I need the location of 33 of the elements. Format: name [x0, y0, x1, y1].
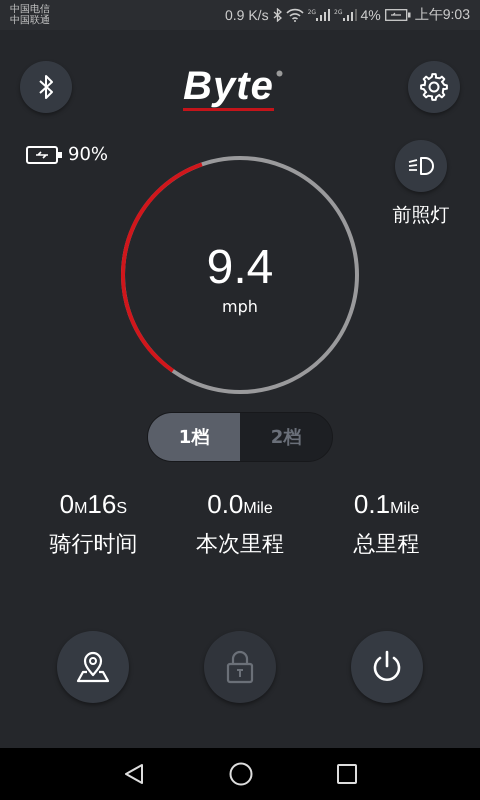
home-icon[interactable] — [229, 762, 253, 786]
headlight-button[interactable] — [395, 140, 447, 192]
brand-logo: Byte — [183, 64, 274, 110]
battery-icon — [26, 144, 64, 164]
back-icon[interactable] — [123, 763, 145, 785]
battery-level: 90% — [68, 144, 108, 165]
stat-label: 总里程 — [354, 531, 420, 559]
gear-tab[interactable]: 1档 — [148, 413, 240, 461]
recents-icon[interactable] — [337, 764, 357, 784]
carrier-name: 中国电信 — [10, 4, 50, 15]
registered-mark-icon — [276, 70, 283, 76]
settings-icon — [420, 73, 448, 101]
battery-percent: 4% — [360, 7, 381, 23]
bluetooth-button[interactable] — [20, 61, 72, 113]
bluetooth-icon — [272, 8, 282, 22]
signal-icon — [342, 9, 357, 21]
signal-icon — [316, 9, 330, 21]
headlight-icon — [407, 155, 435, 177]
stat-value: 0.1Mile — [354, 488, 420, 521]
gear-tab[interactable]: 2档 — [240, 413, 332, 461]
map-pin-icon — [74, 649, 111, 685]
stat-label: 骑行时间 — [49, 531, 138, 559]
stat-value: 0M16S — [60, 488, 128, 521]
carrier-name: 中国联通 — [10, 15, 50, 26]
battery-icon — [384, 9, 411, 21]
speed-unit: mph — [222, 296, 258, 316]
headlight-label: 前照灯 — [392, 203, 450, 228]
stat-value: 0.0Mile — [207, 488, 273, 521]
wifi-icon — [286, 8, 304, 22]
speed-value: 9.4 — [206, 240, 274, 294]
stat-label: 本次里程 — [196, 531, 284, 559]
network-speed: 0.9 K/s — [224, 7, 269, 23]
clock-time: 上午9:03 — [414, 6, 470, 24]
